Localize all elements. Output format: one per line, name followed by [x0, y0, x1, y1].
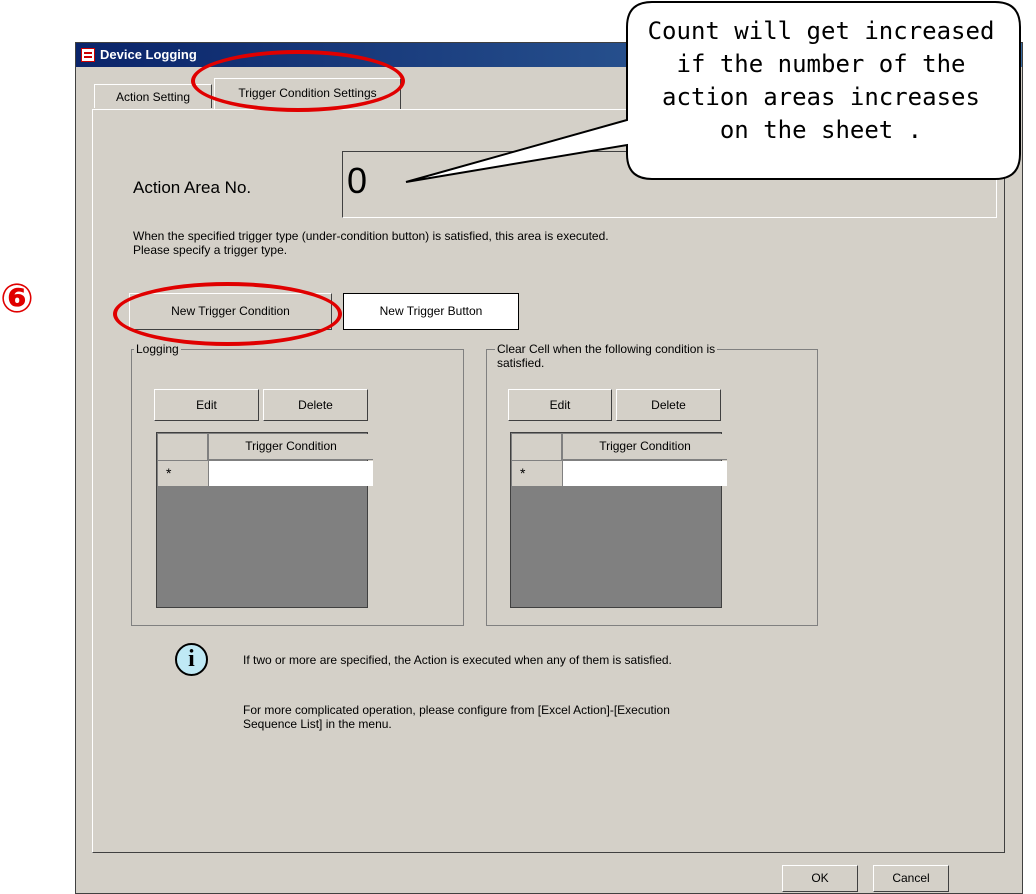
- callout-line-2: if the number of the: [676, 50, 966, 78]
- callout-line-1: Count will get increased: [647, 17, 995, 45]
- callout-line-4: on the sheet .: [719, 116, 923, 144]
- callout-text: Count will get increased if the number o…: [616, 15, 1026, 147]
- callout-line-3: action areas increases: [662, 83, 980, 111]
